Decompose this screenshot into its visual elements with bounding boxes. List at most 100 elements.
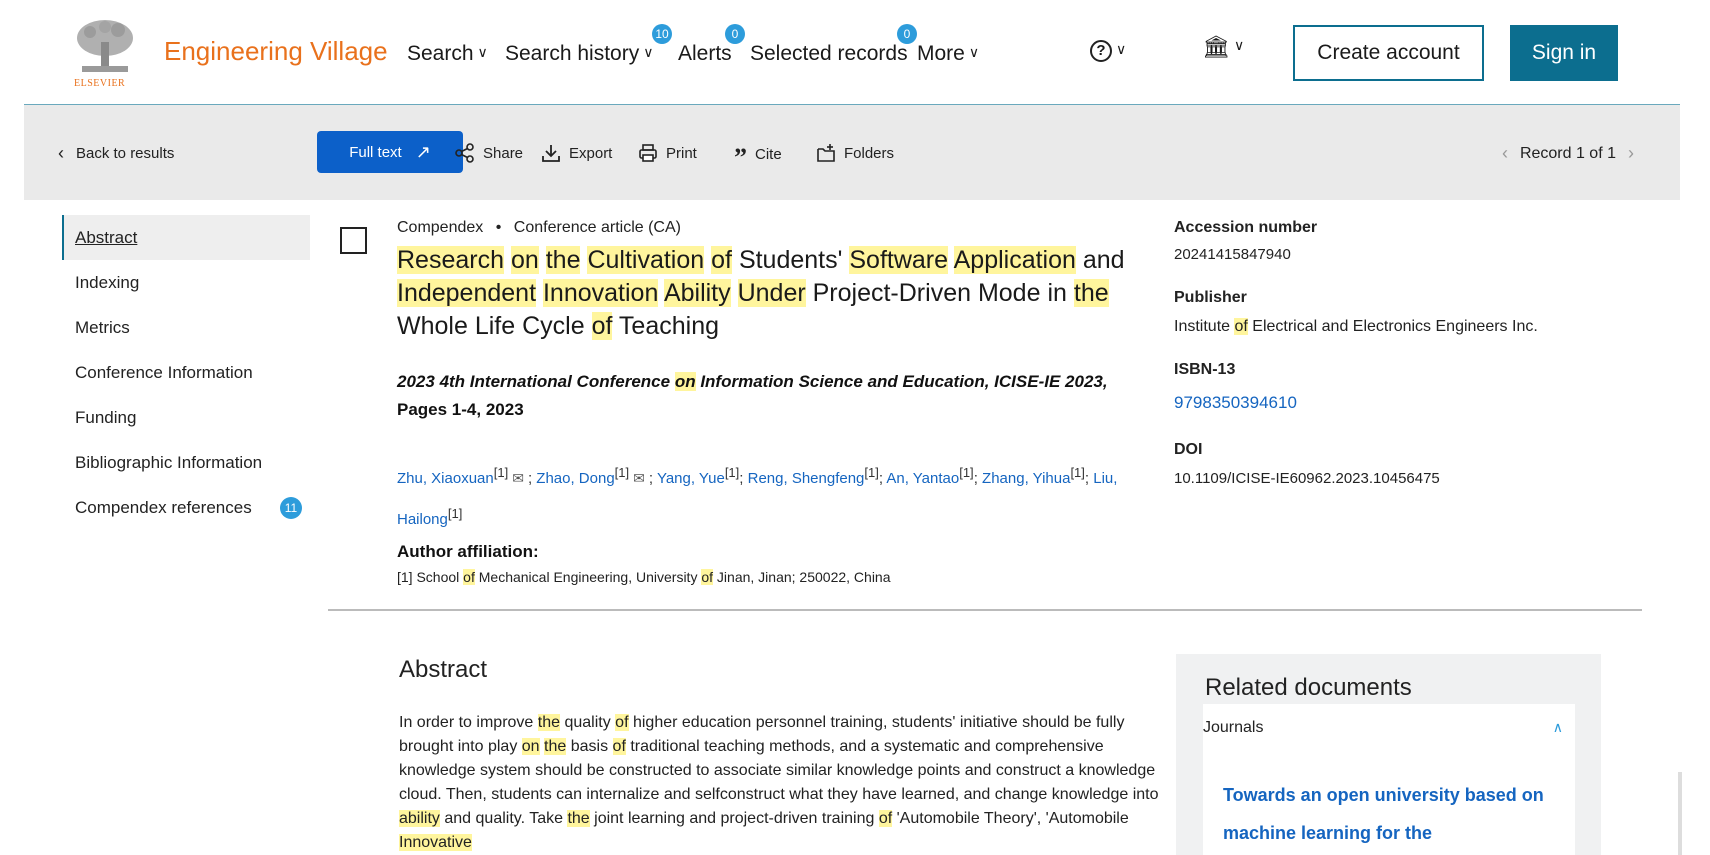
document-type: Conference article (CA) <box>513 219 681 236</box>
nav-search-history-label: Search history <box>505 42 640 65</box>
full-text-button[interactable]: Full text ↗ <box>317 131 463 173</box>
author-link[interactable]: An, Yantao <box>886 470 959 487</box>
conference-name[interactable]: 2023 4th International Conference on Inf… <box>397 372 1108 391</box>
related-document-link[interactable]: Towards an open university based on mach… <box>1223 776 1553 852</box>
share-button[interactable]: Share <box>455 143 523 163</box>
sidenav-conference-information[interactable]: Conference Information <box>62 350 310 395</box>
journals-accordion[interactable]: Journals ∧ <box>1203 704 1575 751</box>
back-to-results-link[interactable]: ‹ Back to results <box>58 143 174 164</box>
cite-button[interactable]: ” Cite <box>734 143 782 171</box>
publisher: Institute of Electrical and Electronics … <box>1174 318 1538 335</box>
related-documents-panel: Related documents Journals ∧ Towards an … <box>1176 654 1601 855</box>
chevron-down-icon: ∨ <box>1116 40 1127 57</box>
accession-number: 20241415847940 <box>1174 246 1291 263</box>
folder-add-icon <box>817 144 835 162</box>
author-affiliation-label: Author affiliation: <box>397 542 539 561</box>
abstract-heading: Abstract <box>399 656 488 683</box>
isbn-link[interactable]: 9798350394610 <box>1174 393 1297 413</box>
chevron-up-icon: ∧ <box>1552 719 1563 735</box>
conference-pages: Pages 1-4, 2023 <box>397 400 524 419</box>
record-position: Record 1 of 1 <box>1519 144 1616 162</box>
nav-search-history[interactable]: Search history ∨ <box>505 42 653 66</box>
author-affiliation-ref: [1] <box>493 465 509 480</box>
record-section-nav: Abstract Indexing Metrics Conference Inf… <box>62 215 310 530</box>
printer-icon <box>639 144 657 162</box>
sidenav-metrics[interactable]: Metrics <box>62 305 310 350</box>
source-line: Compendex • Conference article (CA) <box>397 219 681 236</box>
export-label: Export <box>569 144 613 162</box>
nav-search[interactable]: Search ∨ <box>407 42 488 66</box>
cite-label: Cite <box>755 145 782 163</box>
sidenav-compendex-references[interactable]: Compendex references 11 <box>62 485 310 530</box>
nav-search-label: Search <box>407 42 474 65</box>
external-arrow-icon: ↗ <box>415 141 431 162</box>
author-separator: ; <box>1084 470 1094 487</box>
alerts-badge: 0 <box>725 24 745 44</box>
author-link[interactable]: Zhao, Dong <box>536 470 614 487</box>
brand-title[interactable]: Engineering Village <box>164 36 388 67</box>
elsevier-logo[interactable]: ELSEVIER <box>72 18 142 92</box>
chevron-left-icon: ‹ <box>58 143 64 163</box>
author-list: Zhu, Xiaoxuan[1] ✉; Zhao, Dong[1] ✉; Yang,… <box>397 455 1157 537</box>
sidenav-bibliographic-information[interactable]: Bibliographic Information <box>62 440 310 485</box>
email-icon[interactable]: ✉ <box>512 470 524 486</box>
section-divider <box>328 609 1642 611</box>
author-affiliation-ref: [1] <box>864 465 879 480</box>
selected-records-badge: 0 <box>897 24 917 44</box>
share-icon <box>455 143 474 163</box>
full-text-label: Full text <box>349 143 402 161</box>
doi-label: DOI <box>1174 441 1203 458</box>
previous-record-icon[interactable]: ‹ <box>1502 143 1508 164</box>
isbn-label: ISBN-13 <box>1174 361 1236 378</box>
author-affiliation: [1] School of Mechanical Engineering, Un… <box>397 569 891 585</box>
author-separator: ; <box>648 470 657 487</box>
journals-accordion-label: Journals <box>1203 719 1264 736</box>
chevron-down-icon: ∨ <box>477 43 488 60</box>
chevron-down-icon: ∨ <box>1233 36 1245 53</box>
elsevier-tree-icon <box>77 20 133 72</box>
sidenav-abstract[interactable]: Abstract <box>62 215 310 260</box>
sidenav-indexing[interactable]: Indexing <box>62 260 310 305</box>
download-icon <box>542 145 560 162</box>
author-affiliation-ref: [1] <box>959 465 974 480</box>
abstract-text: In order to improve the quality of highe… <box>399 714 1159 851</box>
institution-menu[interactable]: 🏛︎ ∨ <box>1202 34 1244 60</box>
help-menu[interactable]: ? ∨ <box>1090 40 1126 62</box>
sign-in-button[interactable]: Sign in <box>1510 25 1618 81</box>
next-record-icon[interactable]: › <box>1628 143 1634 164</box>
author-separator: ; <box>739 470 748 487</box>
author-link[interactable]: Zhang, Yihua <box>982 470 1070 487</box>
references-count-badge: 11 <box>280 497 302 519</box>
export-button[interactable]: Export <box>541 143 612 163</box>
back-to-results-label: Back to results <box>76 145 175 162</box>
accession-number-label: Accession number <box>1174 219 1318 236</box>
nav-selected-records-label: Selected records <box>750 42 908 65</box>
select-record-checkbox[interactable] <box>340 227 367 254</box>
email-icon[interactable]: ✉ <box>633 470 645 486</box>
share-label: Share <box>483 144 524 162</box>
print-button[interactable]: Print <box>638 143 697 163</box>
folders-button[interactable]: Folders <box>816 143 894 163</box>
nav-alerts-label: Alerts <box>678 42 732 65</box>
author-link[interactable]: Reng, Shengfeng <box>748 470 865 487</box>
database-name: Compendex <box>397 219 484 236</box>
nav-more[interactable]: More ∨ <box>917 42 979 66</box>
search-history-badge: 10 <box>652 24 672 44</box>
author-link[interactable]: Zhu, Xiaoxuan <box>397 470 494 487</box>
elsevier-wordmark: ELSEVIER <box>74 78 126 89</box>
print-label: Print <box>666 144 697 162</box>
record-toolbar: ‹ Back to results Full text ↗ Share Expo… <box>24 105 1680 200</box>
folders-label: Folders <box>844 144 895 162</box>
chevron-down-icon: ∨ <box>968 43 980 60</box>
nav-alerts[interactable]: Alerts <box>678 42 732 66</box>
author-separator: ; <box>973 470 983 487</box>
nav-selected-records[interactable]: Selected records <box>750 42 908 66</box>
author-affiliation-ref: [1] <box>724 465 740 480</box>
sidenav-compendex-references-label: Compendex references <box>75 498 252 517</box>
sidenav-funding[interactable]: Funding <box>62 395 310 440</box>
nav-more-label: More <box>917 42 965 65</box>
author-link[interactable]: Yang, Yue <box>657 470 725 487</box>
author-affiliation-ref: [1] <box>1070 465 1085 480</box>
create-account-button[interactable]: Create account <box>1293 25 1484 81</box>
scrollbar[interactable] <box>1678 772 1682 855</box>
